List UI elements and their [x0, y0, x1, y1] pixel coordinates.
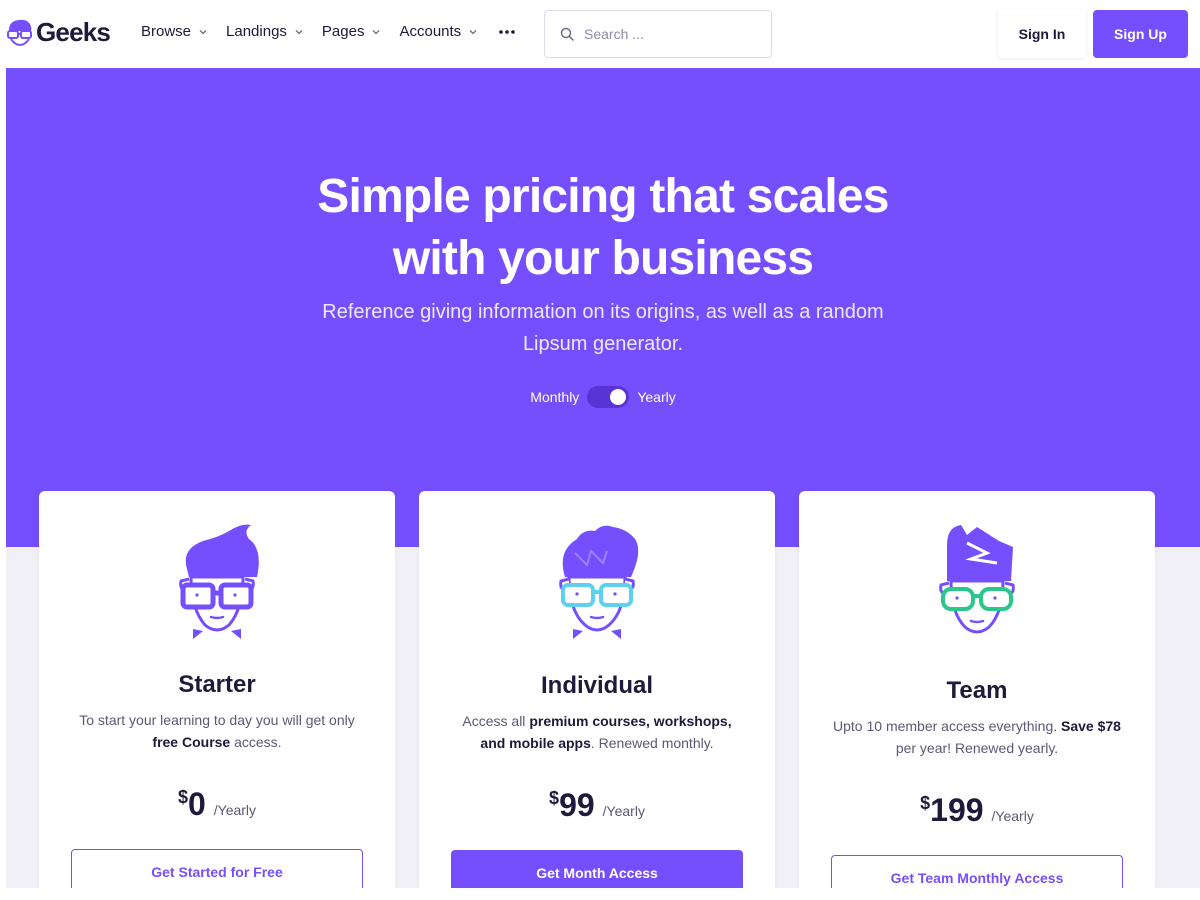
- nav-accounts-label: Accounts: [399, 23, 462, 40]
- price-currency: $: [177, 787, 188, 807]
- nav-browse[interactable]: Browse: [141, 22, 208, 42]
- geek-avatar-icon: [179, 524, 259, 639]
- plan-desc-highlight: free Course: [152, 734, 231, 750]
- chevron-down-icon: [199, 30, 207, 35]
- plan-desc-highlight: Save $78: [1061, 718, 1121, 734]
- hero-title: Simple pricing that scales with your bus…: [6, 166, 1200, 290]
- plan-price: $ 99 /Yearly: [419, 787, 775, 823]
- pricing-card-team: Team Upto 10 member access everything. S…: [799, 491, 1155, 900]
- plan-desc-text: . Renewed monthly.: [590, 735, 714, 751]
- price-period: /Yearly: [991, 808, 1034, 824]
- navbar: Geeks Browse Landings Pages Accounts Sea…: [0, 0, 1200, 68]
- hero-title-line-1: Simple pricing that scales: [317, 170, 889, 223]
- hero-subtitle: Reference giving information on its orig…: [6, 296, 1200, 360]
- plan-title: Team: [946, 677, 1008, 704]
- yearly-label: Yearly: [637, 389, 676, 405]
- plan-desc-text: per year! Renewed yearly.: [895, 740, 1059, 756]
- geek-avatar-icon: [559, 525, 639, 639]
- plan-title: Individual: [540, 672, 653, 699]
- search-box[interactable]: [544, 10, 772, 58]
- brand-logo[interactable]: Geeks: [5, 17, 111, 47]
- monthly-label: Monthly: [530, 389, 580, 405]
- main-nav: Browse Landings Pages Accounts: [141, 22, 516, 42]
- plan-desc-text: access.: [230, 734, 282, 750]
- chevron-down-icon: [373, 30, 380, 35]
- plan-description: Access all premium courses, workshops, a…: [449, 710, 745, 754]
- sign-in-button[interactable]: Sign In: [998, 10, 1086, 58]
- nav-accounts[interactable]: Accounts: [399, 22, 478, 42]
- nav-pages-label: Pages: [321, 23, 365, 40]
- price-currency: $: [920, 793, 931, 813]
- plan-desc-text: Upto 10 member access everything.: [833, 718, 1062, 734]
- billing-period-switch[interactable]: [587, 386, 630, 408]
- chevron-down-icon: [295, 30, 303, 35]
- plan-title: Starter: [178, 671, 256, 698]
- plan-desc-text: To start your learning to day you will g…: [79, 712, 355, 728]
- price-amount: 99: [559, 787, 595, 823]
- price-period: /Yearly: [602, 803, 645, 819]
- sign-up-button[interactable]: Sign Up: [1093, 10, 1188, 58]
- nav-browse-label: Browse: [141, 23, 192, 40]
- geek-avatar-icon: [939, 525, 1015, 634]
- nav-landings-label: Landings: [226, 23, 287, 40]
- price-currency: $: [549, 788, 560, 808]
- hero-title-line-2: with your business: [392, 232, 814, 285]
- switch-knob: [610, 389, 627, 405]
- plan-desc-text: Access all: [462, 713, 530, 729]
- price-period: /Yearly: [213, 802, 257, 818]
- plan-price: $ 199 /Yearly: [799, 792, 1155, 828]
- pricing-card-starter: Starter To start your learning to day yo…: [39, 491, 395, 900]
- pricing-card-individual: Individual Access all premium courses, w…: [419, 491, 775, 900]
- geek-logo-icon: [7, 19, 32, 47]
- hero-subtitle-line-1: Reference giving information on its orig…: [322, 301, 884, 323]
- nav-more-button[interactable]: [498, 29, 516, 35]
- chevron-down-icon: [469, 30, 477, 35]
- price-amount: 199: [930, 792, 984, 828]
- nav-landings[interactable]: Landings: [226, 22, 304, 42]
- plan-description: Upto 10 member access everything. Save $…: [829, 715, 1125, 759]
- nav-pages[interactable]: Pages: [322, 22, 382, 42]
- brand-name: Geeks: [36, 17, 111, 47]
- billing-toggle: Monthly Yearly: [6, 386, 1200, 408]
- price-amount: 0: [187, 786, 206, 822]
- search-input[interactable]: [584, 26, 754, 42]
- hero-subtitle-line-2: Lipsum generator.: [522, 333, 684, 355]
- ellipsis-icon: [499, 30, 515, 34]
- plan-price: $ 0 /Yearly: [39, 786, 395, 822]
- search-icon: [560, 27, 574, 41]
- plan-description: To start your learning to day you will g…: [69, 709, 365, 753]
- viewport-bottom-edge: [0, 888, 1200, 900]
- pricing-hero: Simple pricing that scales with your bus…: [6, 68, 1200, 547]
